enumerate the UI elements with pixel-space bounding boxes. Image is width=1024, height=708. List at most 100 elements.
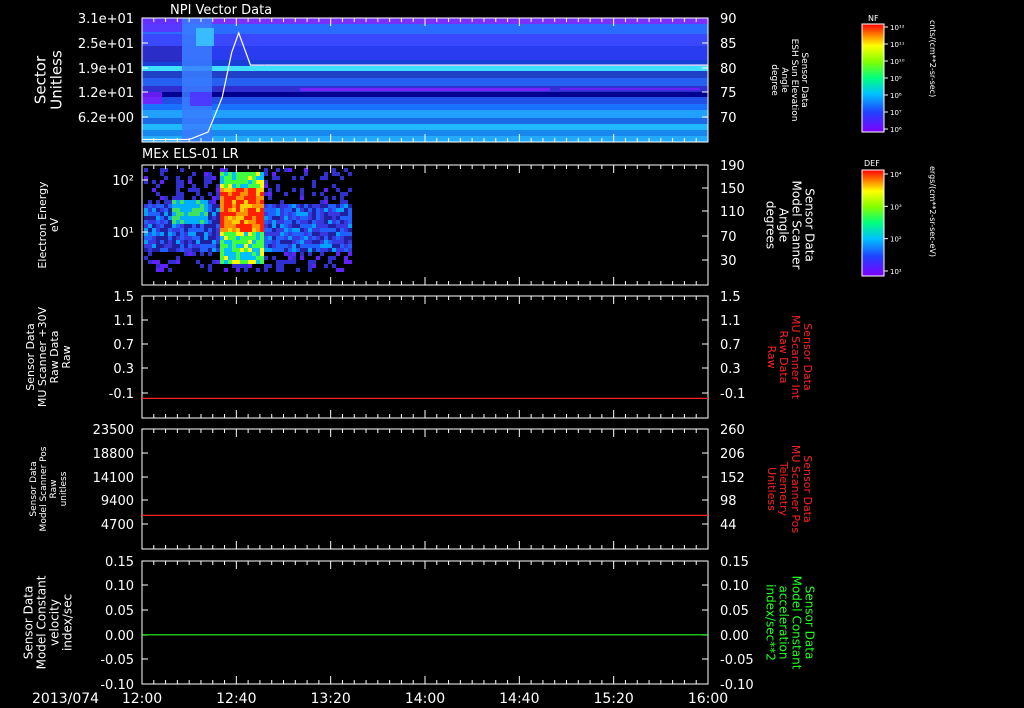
els-cell [248,176,252,180]
els-cell [184,204,188,208]
els-cell [256,176,260,180]
y-right-tick-label: 0.15 [720,555,749,570]
els-cell [152,248,156,252]
els-cell [264,212,268,216]
els-cell [200,236,204,240]
els-cell [244,192,248,196]
els-cell [340,176,344,180]
els-cell [176,244,180,248]
els-cell [176,200,180,204]
els-cell [204,204,208,208]
els-cell [316,224,320,228]
els-cell [300,216,304,220]
els-cell [220,212,224,216]
els-cell [212,212,216,216]
els-cell [328,224,332,228]
y-tick-label: 0.05 [105,604,134,619]
els-cell [224,248,228,252]
els-cell [316,212,320,216]
els-cell [220,180,224,184]
els-cell [332,220,336,224]
els-cell [264,244,268,248]
els-cell [292,204,296,208]
els-cell [224,236,228,240]
els-cell [180,168,184,172]
els-cell [168,216,172,220]
els-cell [344,228,348,232]
els-cell [312,212,316,216]
els-cell [328,256,332,260]
els-cell [224,252,228,256]
els-cell [216,220,220,224]
els-cell [232,240,236,244]
els-cell [180,212,184,216]
els-cell [156,236,160,240]
els-cell [164,236,168,240]
els-cell [148,200,152,204]
els-cell [284,208,288,212]
colorbar-tick-label: 10⁷ [890,109,902,117]
els-cell [144,248,148,252]
els-cell [228,180,232,184]
els-cell [304,220,308,224]
els-cell [184,208,188,212]
els-cell [300,176,304,180]
els-cell [172,240,176,244]
els-cell [284,212,288,216]
els-cell [336,236,340,240]
els-cell [244,176,248,180]
els-cell [308,216,312,220]
els-cell [168,224,172,228]
els-cell [168,260,172,264]
els-cell [204,208,208,212]
els-cell [320,216,324,220]
els-cell [268,204,272,208]
els-cell [188,236,192,240]
els-cell [260,240,264,244]
els-cell [176,188,180,192]
panel-title: MEx ELS-01 LR [142,147,239,162]
els-cell [312,204,316,208]
els-cell [216,184,220,188]
colorbar-nf-ticks: 10¹² 10¹¹ 10¹⁰ 10⁹ 10⁸ 10⁷ 10⁶ [884,24,905,134]
els-cell [240,252,244,256]
els-cell [308,224,312,228]
els-cell [220,244,224,248]
els-cell [308,228,312,232]
els-cell [288,232,292,236]
els-cell [280,212,284,216]
els-cell [276,220,280,224]
els-cell [192,204,196,208]
els-cell [156,200,160,204]
els-cell [196,232,200,236]
els-cell [244,224,248,228]
els-cell [288,220,292,224]
els-cell [348,224,352,228]
els-cell [232,208,236,212]
els-cell [192,236,196,240]
els-cell [256,236,260,240]
els-cell [164,248,168,252]
els-cell [204,180,208,184]
els-cell [256,248,260,252]
els-cell [168,208,172,212]
els-cell [272,228,276,232]
els-cell [152,208,156,212]
els-cell [312,240,316,244]
y-tick-label: 1.1 [113,314,134,329]
els-cell [248,224,252,228]
els-cell [216,260,220,264]
els-cell [176,208,180,212]
els-cell [276,168,280,172]
y-axis-label: Electron Energy eV [36,181,61,269]
els-cell [148,224,152,228]
colorbar-tick-label: 10³ [890,203,902,211]
els-cell [196,212,200,216]
els-cell [304,204,308,208]
els-cell [272,240,276,244]
els-cell [204,176,208,180]
els-cell [336,220,340,224]
els-cell [212,240,216,244]
els-cell [148,220,152,224]
els-cell [316,232,320,236]
